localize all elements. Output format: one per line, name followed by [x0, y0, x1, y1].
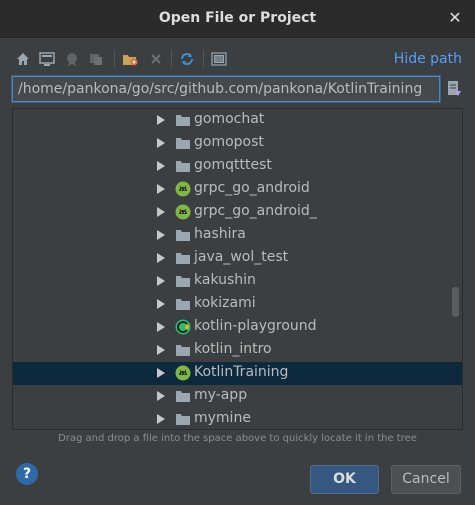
expand-arrow-icon[interactable]: [157, 276, 165, 286]
folder-icon: [175, 411, 191, 427]
android-icon: [175, 204, 191, 220]
tree-scrollbar[interactable]: [452, 287, 459, 317]
new-folder-icon[interactable]: [121, 50, 139, 68]
tree-row[interactable]: gomochat: [13, 109, 462, 132]
project-icon[interactable]: [63, 50, 81, 68]
expand-arrow-icon[interactable]: [157, 391, 165, 401]
folder-icon: [175, 273, 191, 289]
expand-arrow-icon[interactable]: [157, 299, 165, 309]
toolbar: [14, 48, 314, 70]
tree-row-label: gomopost: [194, 134, 264, 150]
tree-row-label: mymine: [194, 410, 251, 426]
tree-row[interactable]: my-app: [13, 385, 462, 408]
tree-row[interactable]: gomopost: [13, 132, 462, 155]
help-icon[interactable]: ?: [16, 463, 38, 485]
expand-arrow-icon[interactable]: [157, 115, 165, 125]
expand-arrow-icon[interactable]: [157, 253, 165, 263]
expand-arrow-icon[interactable]: [157, 184, 165, 194]
tree-row[interactable]: kokizami: [13, 293, 462, 316]
tree-row[interactable]: KotlinTraining: [13, 362, 462, 385]
hide-path-link[interactable]: Hide path: [394, 51, 462, 67]
tree-row[interactable]: java_wol_test: [13, 247, 462, 270]
folder-icon: [175, 158, 191, 174]
folder-icon: [175, 388, 191, 404]
path-row: [12, 76, 462, 102]
expand-arrow-icon[interactable]: [157, 322, 165, 332]
android-icon: [175, 365, 191, 381]
home-icon[interactable]: [14, 50, 32, 68]
tree-row[interactable]: kotlin-playground: [13, 316, 462, 339]
dialog-title: Open File or Project: [158, 10, 317, 26]
tree-row-label: java_wol_test: [194, 249, 289, 265]
expand-arrow-icon[interactable]: [157, 368, 165, 378]
expand-arrow-icon[interactable]: [157, 161, 165, 171]
expand-arrow-icon[interactable]: [157, 345, 165, 355]
tree-row[interactable]: grpc_go_android_: [13, 201, 462, 224]
tree-row[interactable]: gomqtttest: [13, 155, 462, 178]
tree-row-label: kokizami: [194, 295, 256, 311]
tree-row-label: KotlinTraining: [194, 364, 289, 380]
path-input[interactable]: [12, 76, 440, 102]
desktop-icon[interactable]: [38, 50, 56, 68]
expand-arrow-icon[interactable]: [157, 207, 165, 217]
folder-icon: [175, 250, 191, 266]
close-icon[interactable]: ✕: [447, 9, 463, 27]
tree-row-label: gomochat: [194, 111, 265, 127]
refresh-icon[interactable]: [178, 50, 196, 68]
tree-row-label: kotlin_intro: [194, 341, 272, 357]
expand-arrow-icon[interactable]: [157, 138, 165, 148]
expand-arrow-icon[interactable]: [157, 230, 165, 240]
android-icon: [175, 181, 191, 197]
module-icon[interactable]: [87, 50, 105, 68]
folder-icon: [175, 227, 191, 243]
tree-row-label: kakushin: [194, 272, 256, 288]
folder-icon: [175, 342, 191, 358]
toolbar-separator: [171, 50, 172, 68]
file-tree[interactable]: mymine my-app KotlinTraining kotlin_intro ko…: [12, 108, 463, 430]
tree-row-label: my-app: [194, 387, 248, 403]
delete-icon[interactable]: [147, 50, 165, 68]
show-hidden-icon[interactable]: [210, 50, 228, 68]
ok-button[interactable]: OK: [310, 465, 379, 494]
cancel-button[interactable]: Cancel: [391, 465, 461, 494]
tree-row[interactable]: kotlin_intro: [13, 339, 462, 362]
intellij-project-icon: [175, 319, 191, 335]
tree-row[interactable]: hashira: [13, 224, 462, 247]
folder-icon: [175, 112, 191, 128]
title-bar: Open File or Project ✕: [0, 0, 475, 38]
tree-row[interactable]: kakushin: [13, 270, 462, 293]
tree-row-label: grpc_go_android: [194, 180, 310, 196]
tree-row-label: hashira: [194, 226, 246, 242]
folder-icon: [175, 296, 191, 312]
toolbar-separator: [114, 50, 115, 68]
tree-row[interactable]: mymine: [13, 408, 462, 429]
expand-arrow-icon[interactable]: [157, 414, 165, 424]
tree-row[interactable]: grpc_go_android: [13, 178, 462, 201]
toolbar-separator: [203, 50, 204, 68]
tree-row-label: grpc_go_android_: [194, 203, 317, 219]
tree-row-label: kotlin-playground: [194, 318, 317, 334]
tree-row-label: gomqtttest: [194, 157, 272, 173]
drag-drop-hint: Drag and drop a file into the space abov…: [58, 433, 417, 444]
folder-icon: [175, 135, 191, 151]
path-history-icon[interactable]: [446, 79, 462, 99]
